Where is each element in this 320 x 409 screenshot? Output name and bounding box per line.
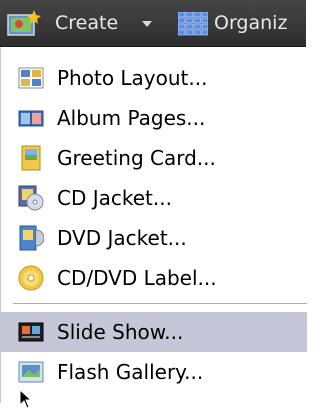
create-wizard-icon [7,10,41,36]
organize-grid-icon [178,12,208,36]
organize-label: Organiz [214,12,288,34]
flash-gallery-icon [18,361,44,383]
cd-dvd-label-icon [18,265,44,291]
menu-item-dvd-jacket[interactable]: DVD Jacket... [1,218,307,258]
photo-layout-icon [18,67,44,89]
slide-show-icon [18,322,44,342]
menu-item-cd-jacket[interactable]: CD Jacket... [1,178,307,218]
mouse-pointer-icon [19,389,33,409]
chevron-down-icon [142,21,152,27]
organize-button[interactable]: Organiz [178,0,318,47]
menu-item-slide-show[interactable]: Slide Show... [1,312,307,352]
menu-item-label: Slide Show... [57,320,184,344]
menu-item-photo-layout[interactable]: Photo Layout... [1,58,307,98]
create-menu-button[interactable]: Create [0,0,170,47]
dvd-jacket-icon [19,225,44,251]
album-pages-icon [18,110,44,127]
menu-item-label: Greeting Card... [57,146,216,170]
menu-item-label: CD/DVD Label... [57,266,217,290]
menu-item-label: CD Jacket... [57,186,172,210]
cd-jacket-icon [18,185,44,211]
menu-item-cd-dvd-label[interactable]: CD/DVD Label... [1,258,307,298]
greeting-card-icon [21,145,41,171]
menu-item-label: DVD Jacket... [57,226,187,250]
menu-separator [13,303,307,304]
menu-item-greeting-card[interactable]: Greeting Card... [1,138,307,178]
create-dropdown-menu: Photo Layout... Album Pages... Greeting … [0,47,307,409]
toolbar: Create Organiz [0,0,306,47]
menu-item-label: Photo Layout... [57,66,208,90]
menu-item-label: Flash Gallery... [57,360,204,384]
create-menu-label: Create [55,12,119,34]
menu-item-label: Album Pages... [57,106,206,130]
menu-item-album-pages[interactable]: Album Pages... [1,98,307,138]
menu-item-flash-gallery[interactable]: Flash Gallery... [1,352,307,392]
